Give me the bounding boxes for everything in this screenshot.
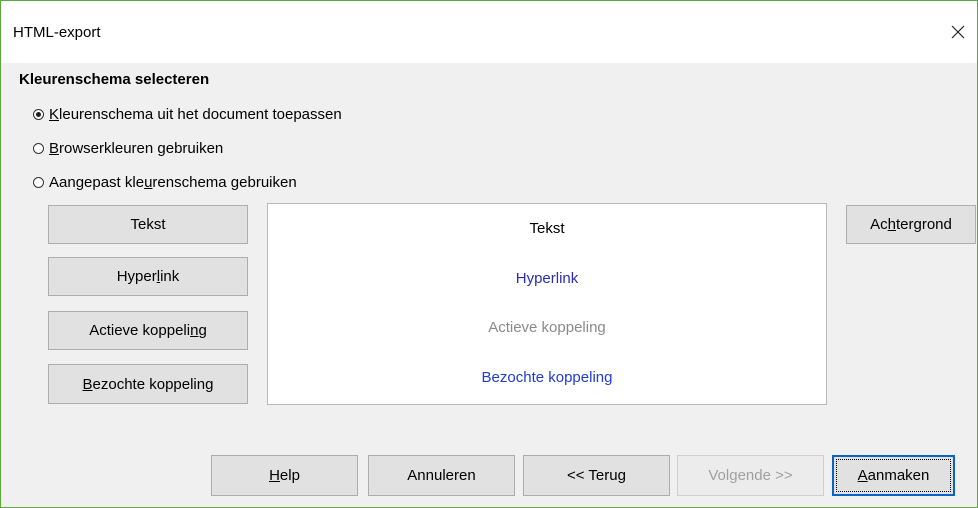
radio-document-colors[interactable]: Kleurenschema uit het document toepassen bbox=[33, 106, 342, 123]
section-title: Kleurenschema selecteren bbox=[19, 71, 210, 88]
preview-active-link: Actieve koppeling bbox=[488, 319, 606, 336]
radio-button[interactable] bbox=[33, 143, 44, 154]
close-icon bbox=[951, 25, 965, 39]
radio-custom-colors[interactable]: Aangepast kleurenschema gebruiken bbox=[33, 174, 297, 191]
help-button[interactable]: Help bbox=[211, 455, 358, 496]
back-button[interactable]: << Terug bbox=[523, 455, 670, 496]
radio-button[interactable] bbox=[33, 177, 44, 188]
active-link-color-button[interactable]: Actieve koppeli n g bbox=[48, 311, 248, 350]
visited-link-color-button[interactable]: Bezochte koppeling bbox=[48, 364, 248, 404]
preview-text: Tekst bbox=[529, 220, 565, 237]
preview-visited-link: Bezochte koppeling bbox=[481, 369, 613, 386]
hyperlink-color-button[interactable]: Hyper l ink bbox=[48, 257, 248, 296]
preview-hyperlink: Hyperlink bbox=[515, 270, 579, 287]
window-title: HTML-export bbox=[13, 24, 101, 41]
radio-browser-colors[interactable]: Browserkleuren gebruiken bbox=[33, 140, 223, 157]
text-color-button[interactable]: Tekst bbox=[48, 205, 248, 244]
radio-label-custom-colors: Aangepast kleurenschema gebruiken bbox=[49, 174, 297, 191]
radio-label-browser-colors: Browserkleuren gebruiken bbox=[49, 140, 224, 157]
create-button[interactable]: Aanmaken bbox=[832, 455, 955, 496]
title-bar: HTML-export bbox=[1, 1, 977, 63]
radio-button-checked[interactable] bbox=[33, 109, 44, 120]
next-button[interactable]: Vol g ende >> bbox=[677, 455, 824, 496]
close-button[interactable] bbox=[943, 17, 973, 47]
cancel-button[interactable]: Annuleren bbox=[368, 455, 515, 496]
radio-label-document-colors: Kleurenschema uit het document toepassen bbox=[49, 106, 342, 123]
background-color-button[interactable]: Ac h tergrond bbox=[846, 205, 976, 244]
html-export-dialog: HTML-export Kleurenschema selecteren Kle… bbox=[0, 0, 978, 508]
color-preview-panel: Tekst Hyperlink Actieve koppeling Bezoch… bbox=[267, 203, 827, 405]
